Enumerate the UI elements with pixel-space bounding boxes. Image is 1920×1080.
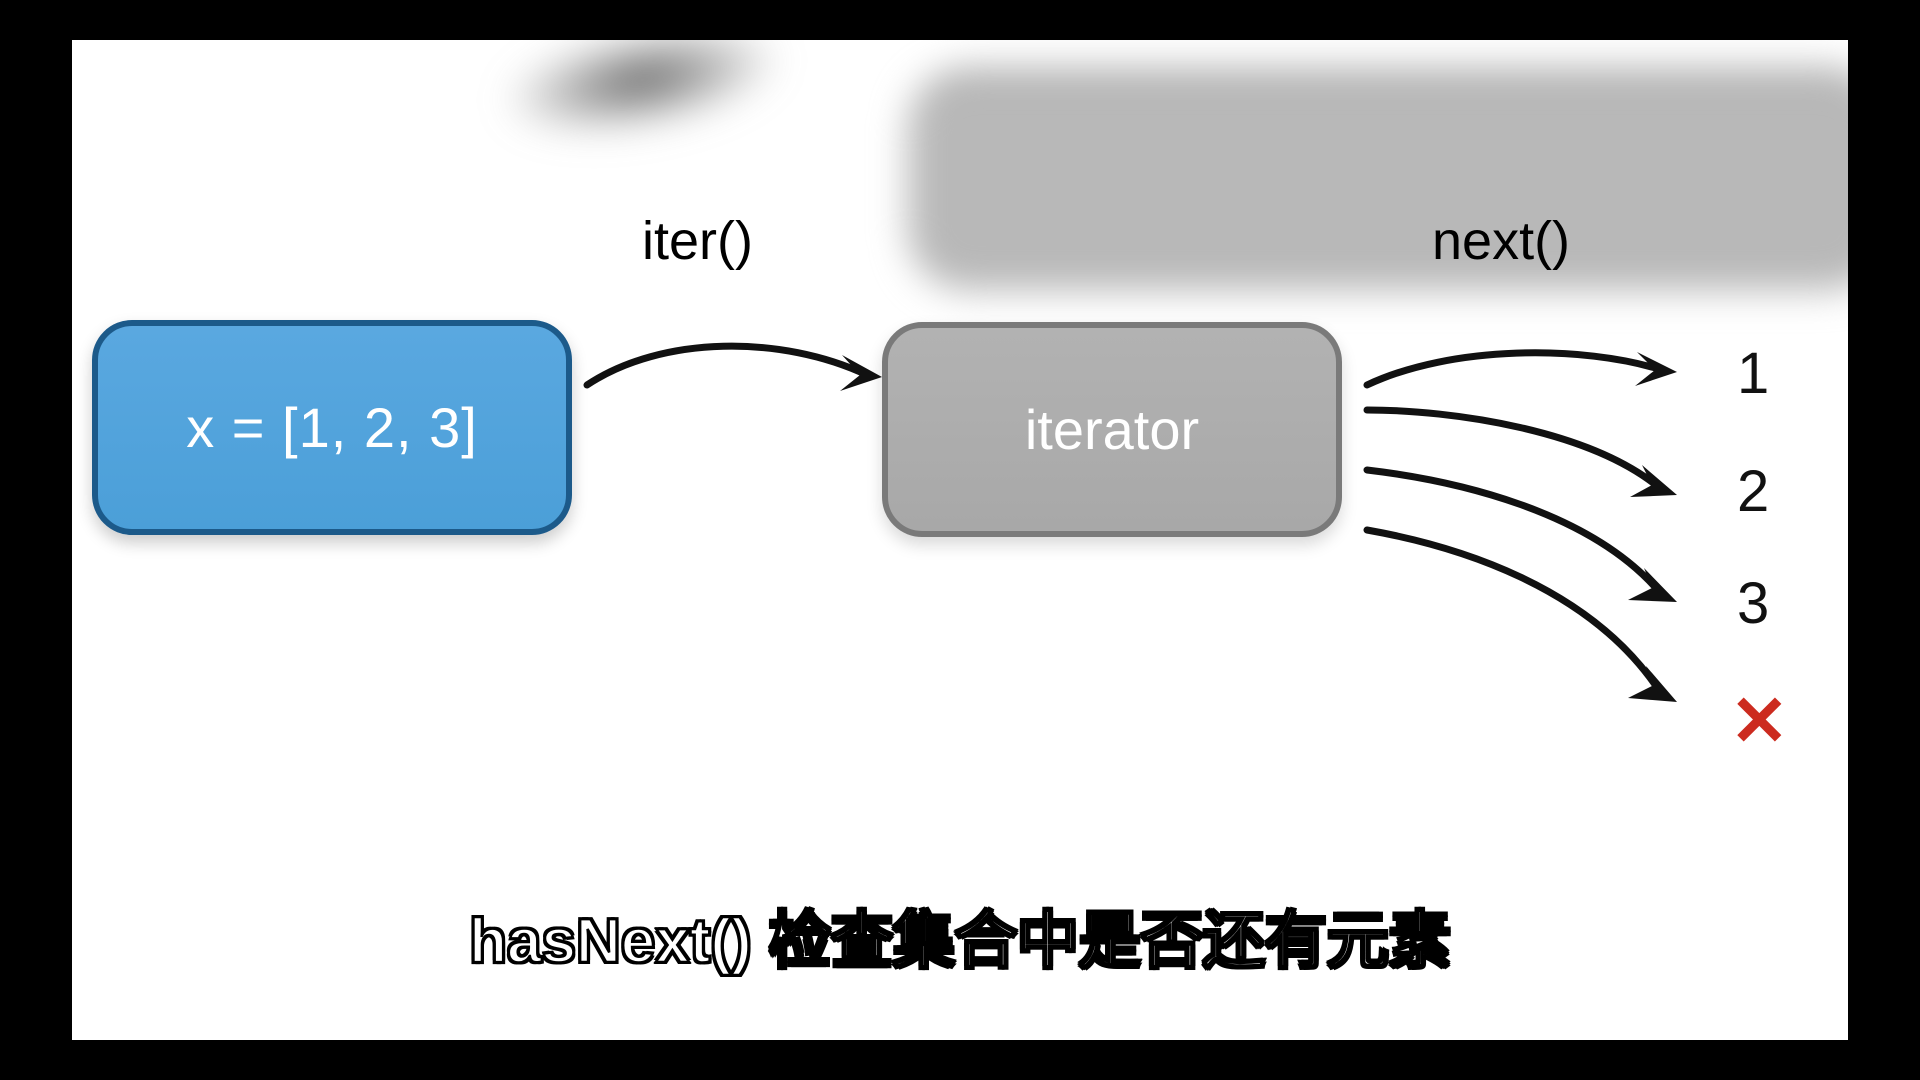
box-list-text: x = [1, 2, 3] [186, 395, 478, 460]
box-list: x = [1, 2, 3] [92, 320, 572, 535]
output-3: 3 [1737, 570, 1769, 637]
box-iterator-text: iterator [1025, 397, 1199, 462]
output-stop: ✕ [1730, 680, 1789, 762]
output-1: 1 [1737, 340, 1769, 407]
arrow-next-1 [1362, 340, 1692, 400]
box-iterator: iterator [882, 322, 1342, 537]
label-iter: iter() [642, 210, 753, 272]
background-blur [72, 40, 1848, 240]
diagram-canvas: iter() next() x = [1, 2, 3] iterator 1 2… [72, 40, 1848, 1040]
arrow-iter [582, 325, 902, 425]
arrow-next-4 [1362, 520, 1692, 720]
output-2: 2 [1737, 458, 1769, 525]
label-next: next() [1432, 210, 1570, 272]
video-subtitle: hasNext() 检查集合中是否还有元素 [469, 890, 1451, 980]
